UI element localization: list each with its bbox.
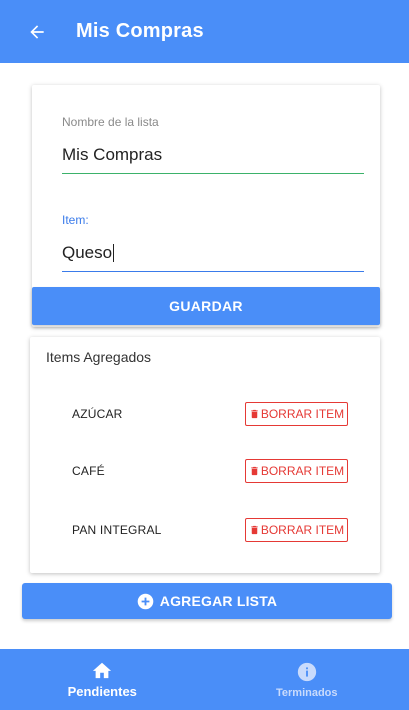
nav-label-pendientes: Pendientes (67, 684, 137, 699)
item-name: AZÚCAR (72, 407, 123, 421)
trash-icon (249, 465, 260, 477)
item-name: CAFÉ (72, 464, 105, 478)
list-form-card: Nombre de la lista Mis Compras Item: Que… (32, 85, 380, 327)
item-input[interactable]: Queso (62, 241, 364, 272)
items-card-title: Items Agregados (46, 349, 152, 365)
list-name-label: Nombre de la lista (62, 115, 159, 129)
delete-item-button[interactable]: BORRAR ITEM (245, 518, 348, 542)
delete-item-label: BORRAR ITEM (260, 407, 345, 421)
list-name-value: Mis Compras (62, 145, 163, 164)
bottom-navigation: Pendientes Terminados (0, 649, 409, 710)
list-item: CAFÉ BORRAR ITEM (30, 459, 380, 483)
add-list-label: AGREGAR LISTA (159, 593, 278, 609)
delete-item-label: BORRAR ITEM (260, 464, 345, 478)
delete-item-button[interactable]: BORRAR ITEM (245, 402, 348, 426)
add-list-button[interactable]: AGREGAR LISTA (22, 583, 392, 619)
items-card: Items Agregados AZÚCAR BORRAR ITEM CAFÉ … (30, 337, 380, 573)
text-caret (113, 244, 115, 262)
item-field: Item: Queso (62, 213, 364, 272)
delete-item-label: BORRAR ITEM (260, 523, 345, 537)
trash-icon (249, 408, 260, 420)
list-item: PAN INTEGRAL BORRAR ITEM (30, 518, 380, 542)
info-icon (297, 662, 316, 681)
app-bar: Mis Compras (0, 0, 409, 63)
home-icon (93, 662, 112, 679)
nav-label-terminados: Terminados (275, 686, 338, 699)
page-title: Mis Compras (76, 20, 204, 42)
arrow-left-icon (30, 24, 44, 39)
add-circle-icon (137, 593, 154, 610)
delete-item-button[interactable]: BORRAR ITEM (245, 459, 348, 483)
list-item: AZÚCAR BORRAR ITEM (30, 402, 380, 426)
save-button[interactable]: GUARDAR (32, 287, 380, 325)
nav-item-terminados[interactable]: Terminados (205, 649, 409, 710)
list-name-field: Nombre de la lista Mis Compras (62, 115, 364, 174)
item-label: Item: (62, 213, 89, 227)
list-name-input[interactable]: Mis Compras (62, 143, 364, 174)
item-name: PAN INTEGRAL (72, 523, 162, 537)
back-button[interactable] (22, 17, 52, 47)
trash-icon (249, 524, 260, 536)
nav-item-pendientes[interactable]: Pendientes (0, 649, 205, 710)
item-value: Queso (62, 243, 113, 262)
